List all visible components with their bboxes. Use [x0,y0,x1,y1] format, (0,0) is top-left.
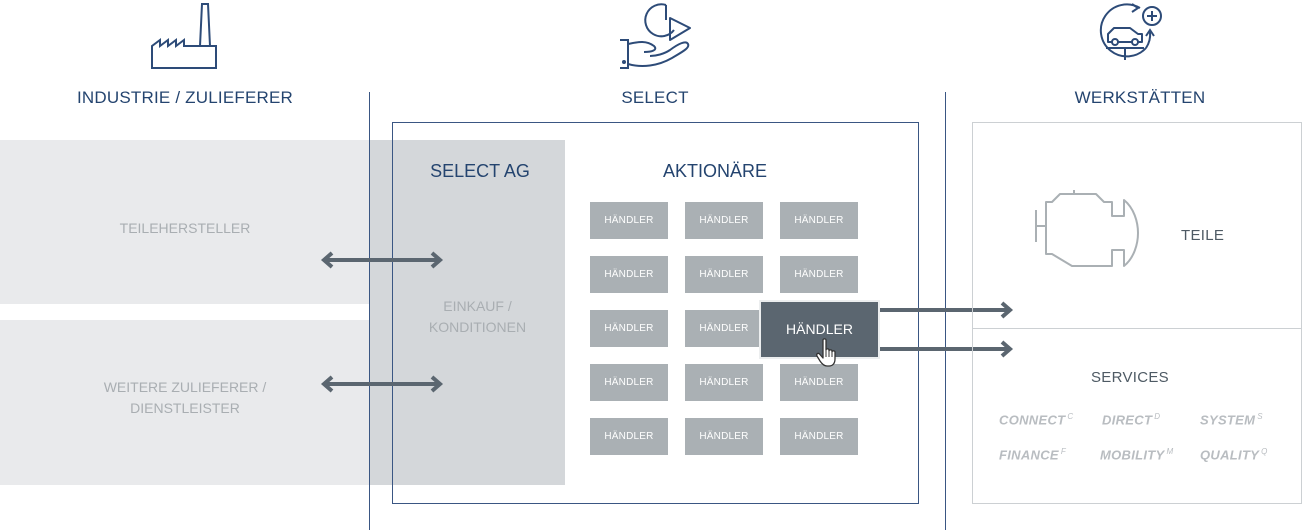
service-finance[interactable]: FINANCE F [999,447,1066,462]
haendler-tile[interactable]: HÄNDLER [590,256,668,293]
haendler-tile-highlighted-label: HÄNDLER [786,320,853,337]
haendler-tile[interactable]: HÄNDLER [780,256,858,293]
double-arrow-teilehersteller [320,250,444,270]
haendler-tile-label: HÄNDLER [699,431,749,442]
double-arrow-weitere [320,374,444,394]
column-divider-left [369,92,370,530]
haendler-tile-label: HÄNDLER [794,431,844,442]
haendler-tile[interactable]: HÄNDLER [590,418,668,455]
werkstaetten-divider [972,328,1302,329]
service-quality[interactable]: QUALITY Q [1200,447,1268,462]
service-system-label: SYSTEM [1200,412,1256,428]
haendler-tile[interactable]: HÄNDLER [590,202,668,239]
haendler-tile-label: HÄNDLER [604,377,654,388]
service-quality-label: QUALITY [1200,447,1260,463]
haendler-tile[interactable]: HÄNDLER [780,364,858,401]
service-mobility-mark: M [1166,447,1174,456]
haendler-tile[interactable]: HÄNDLER [685,418,763,455]
haendler-tile-label: HÄNDLER [604,215,654,226]
select-ag-label: EINKAUF / KONDITIONEN [428,298,527,335]
haendler-tile[interactable]: HÄNDLER [685,310,763,347]
supplier-label-teilehersteller: TEILEHERSTELLER [119,220,251,236]
haendler-tile[interactable]: HÄNDLER [780,418,858,455]
service-system[interactable]: SYSTEM S [1200,412,1263,427]
service-finance-label: FINANCE [999,447,1059,463]
aktionaere-title: AKTIONÄRE [662,161,768,181]
factory-icon [150,2,220,70]
engine-icon [1034,190,1154,270]
haendler-tile-label: HÄNDLER [794,215,844,226]
service-finance-mark: F [1060,447,1067,456]
car-lift-service-icon [1094,2,1166,64]
select-ag-title: SELECT AG [430,161,530,181]
services-title: SERVICES [1091,369,1169,386]
service-mobility-label: MOBILITY [1100,447,1165,463]
haendler-tile[interactable]: HÄNDLER [685,256,763,293]
haendler-tile-label: HÄNDLER [604,323,654,334]
haendler-tile[interactable]: HÄNDLER [590,364,668,401]
haendler-tile[interactable]: HÄNDLER [685,202,763,239]
service-direct-mark: D [1154,412,1161,421]
service-connect-mark: C [1067,412,1074,421]
haendler-tile-label: HÄNDLER [699,377,749,388]
service-direct-label: DIRECT [1102,412,1153,428]
column-title-select: SELECT [621,88,689,107]
column-title-werkstaetten: WERKSTÄTTEN [1074,88,1206,107]
service-quality-mark: Q [1261,447,1268,456]
service-connect-label: CONNECT [999,412,1066,428]
haendler-tile-label: HÄNDLER [699,323,749,334]
haendler-tile[interactable]: HÄNDLER [780,202,858,239]
teile-label: TEILE [1181,227,1225,244]
haendler-tile-label: HÄNDLER [604,269,654,280]
service-mobility[interactable]: MOBILITY M [1100,447,1173,462]
haendler-tile-label: HÄNDLER [794,269,844,280]
haendler-tile[interactable]: HÄNDLER [685,364,763,401]
hand-pointer-cursor-icon [816,338,842,368]
service-system-mark: S [1257,412,1263,421]
haendler-tile-label: HÄNDLER [699,269,749,280]
hand-holding-pie-chart-icon [618,0,694,74]
haendler-tile[interactable]: HÄNDLER [590,310,668,347]
service-direct[interactable]: DIRECT D [1102,412,1160,427]
supplier-label-weitere: WEITERE ZULIEFERER / DIENSTLEISTER [103,379,267,416]
haendler-tile-label: HÄNDLER [699,215,749,226]
haendler-tile-label: HÄNDLER [604,431,654,442]
column-title-industrie: INDUSTRIE / ZULIEFERER [77,88,293,107]
service-connect[interactable]: CONNECT C [999,412,1073,427]
haendler-tile-label: HÄNDLER [794,377,844,388]
